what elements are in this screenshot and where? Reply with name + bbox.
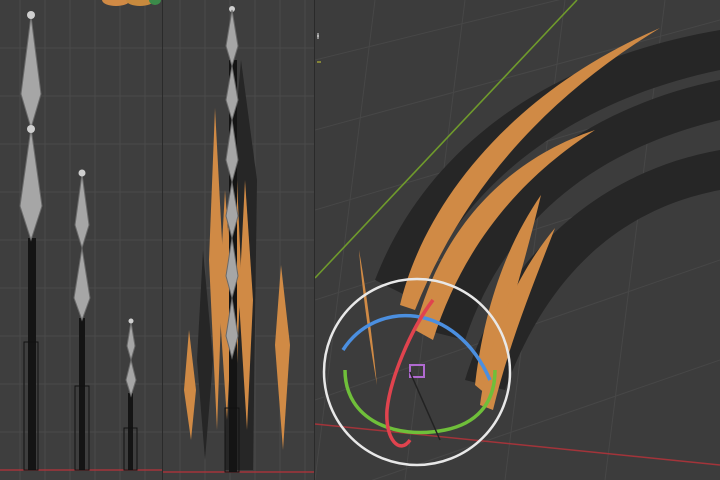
viewport-left-canvas[interactable] [0, 0, 163, 480]
bone-2-b[interactable] [73, 247, 91, 322]
object-thumbnail-icon[interactable] [102, 0, 161, 6]
bone-chain-3[interactable] [123, 318, 138, 471]
bone-shaft[interactable] [79, 318, 85, 470]
bone-1-b[interactable] [19, 127, 43, 242]
viewport-middle[interactable] [163, 0, 315, 480]
bone-2-a[interactable] [74, 173, 90, 250]
viewport-middle-canvas[interactable] [163, 0, 315, 480]
bone-1-a[interactable] [20, 15, 42, 130]
blender-viewport-area [0, 0, 720, 480]
bone-3-a[interactable] [126, 321, 136, 362]
bone-chain-2[interactable] [73, 169, 91, 471]
viewport-right[interactable] [315, 0, 720, 480]
viewport-left[interactable] [0, 0, 163, 480]
bone-shaft[interactable] [128, 393, 133, 470]
bone-3-b[interactable] [125, 359, 137, 398]
bone-shaft[interactable] [28, 238, 36, 470]
viewport-right-canvas[interactable] [315, 0, 720, 480]
crosshair-cursor-icon [317, 33, 321, 63]
